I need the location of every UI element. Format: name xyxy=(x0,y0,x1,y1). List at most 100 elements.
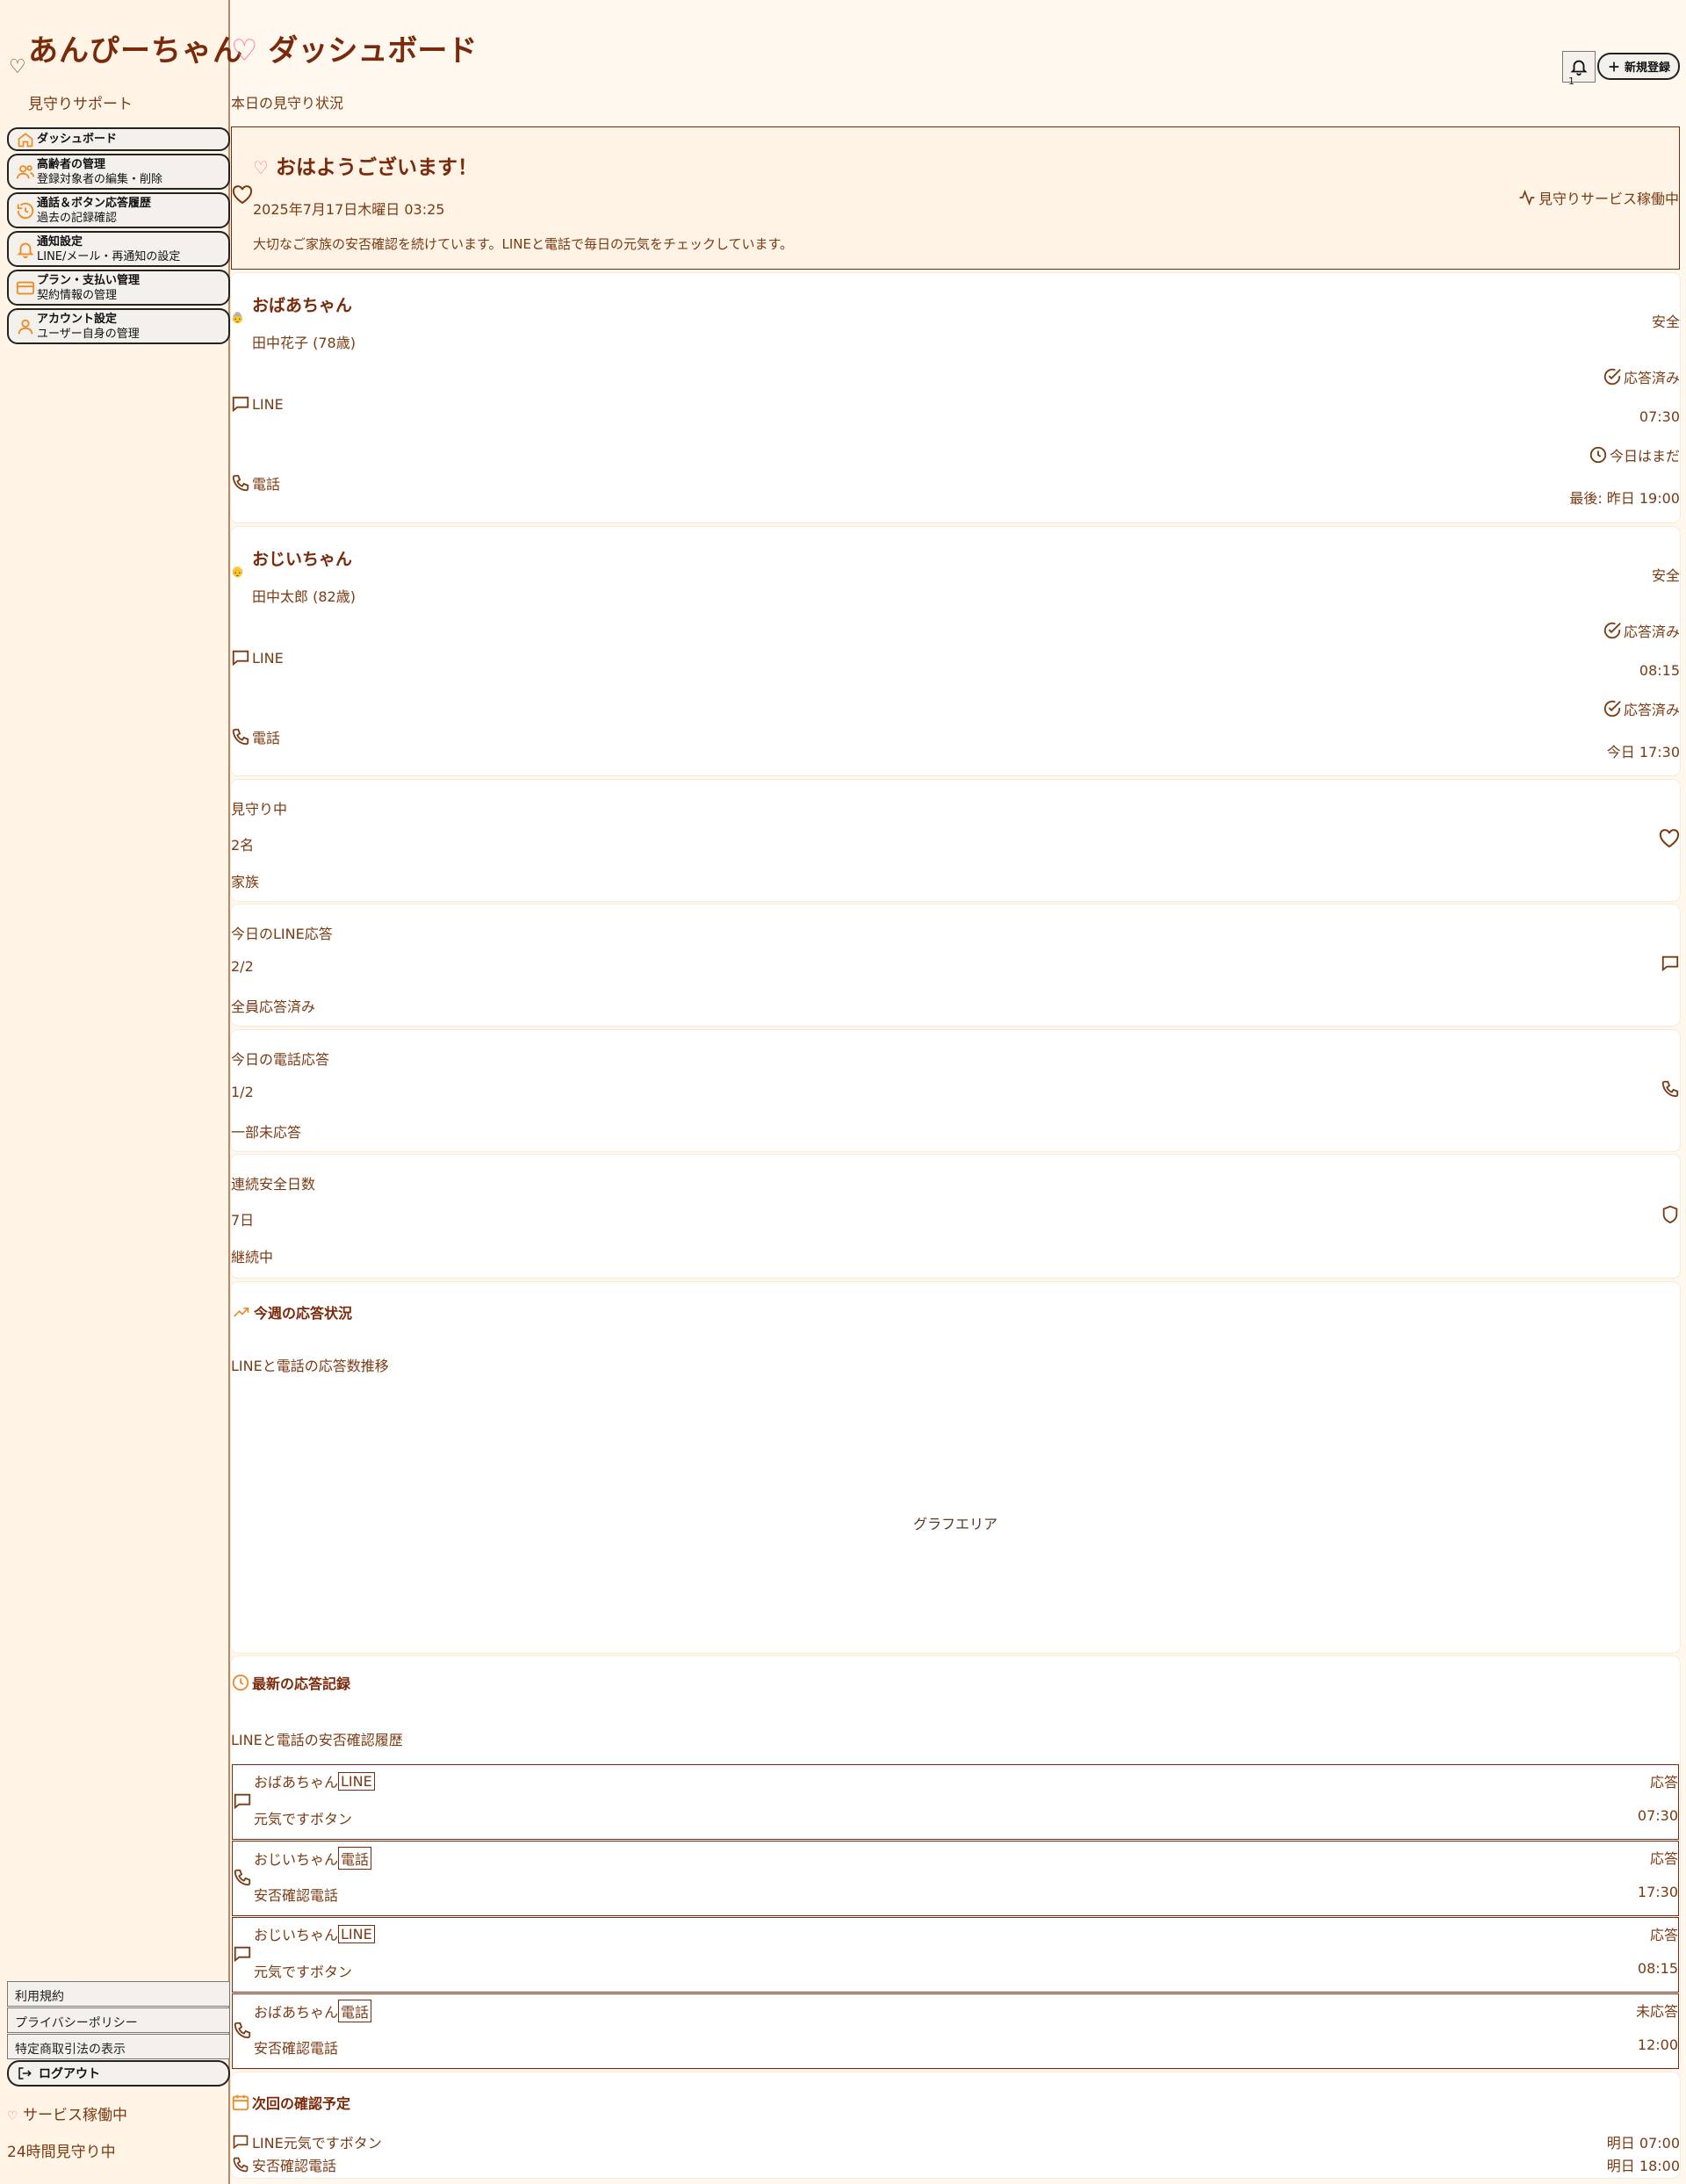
sidebar-item-dashboard[interactable]: ダッシュボード xyxy=(7,127,230,151)
stat-label: 見守り中 xyxy=(231,801,288,818)
schedule-title-label: 次回の確認予定 xyxy=(252,2095,351,2112)
channel-tag: LINE xyxy=(338,1771,375,1791)
phone-icon xyxy=(233,2021,252,2040)
sidebar-item-label: 通知設定 xyxy=(37,234,83,249)
check-circle-icon xyxy=(1603,699,1622,718)
welcome-title: ♡ おはようございます！ xyxy=(253,150,478,180)
elder-avatar-icon: 👴 xyxy=(231,566,244,578)
schedule-title: 次回の確認予定 xyxy=(231,2092,350,2113)
line-label: LINE xyxy=(252,649,284,667)
sidebar-item-label: アカウント設定 xyxy=(37,312,118,326)
family-nickname: おじいちゃん xyxy=(252,550,353,569)
notification-button[interactable] xyxy=(1562,51,1596,83)
clock-icon xyxy=(231,1673,250,1692)
record-person: おばあちゃん 電話 xyxy=(254,2000,372,2022)
schedule-item-time: 明日 18:00 xyxy=(1606,2158,1680,2174)
sidebar-item-history[interactable]: 通話＆ボタン応答履歴 過去の記録確認 xyxy=(7,192,230,228)
terms-link[interactable]: 利用規約 xyxy=(7,1981,230,2007)
weekly-subtitle: LINEと電話の応答数推移 xyxy=(231,1358,389,1374)
schedule-item: LINE元気ですボタン 明日 07:00 xyxy=(231,2131,1680,2152)
record-row[interactable]: おじいちゃん LINE 元気ですボタン 応答 08:15 xyxy=(232,1917,1679,1993)
users-icon xyxy=(14,161,37,184)
line-status-label: 応答済み xyxy=(1623,623,1680,640)
sidebar-item-account[interactable]: アカウント設定 ユーザー自身の管理 xyxy=(7,308,230,344)
line-status: 応答済み xyxy=(1603,366,1680,387)
message-icon xyxy=(231,648,250,667)
sidebar-item-label: ダッシュボード xyxy=(37,133,118,146)
plus-icon xyxy=(1607,60,1621,74)
family-name: 田中花子 (78歳) xyxy=(252,335,356,351)
sidebar-item-sublabel: 登録対象者の編集・削除 xyxy=(37,172,163,186)
record-person: おばあちゃん LINE xyxy=(254,1770,375,1791)
monitoring-status-label: 見守りサービス稼働中 xyxy=(1538,191,1679,207)
logout-button[interactable]: ログアウト xyxy=(7,2060,230,2087)
schedule-item-time: 明日 07:00 xyxy=(1606,2135,1680,2152)
message-icon xyxy=(231,394,250,414)
phone-label: 電話 xyxy=(252,476,281,493)
family-name: 田中太郎 (82歳) xyxy=(252,588,356,605)
phone-status-label: 応答済み xyxy=(1623,702,1680,718)
record-row[interactable]: おばあちゃん 電話 安否確認電話 未応答 12:00 xyxy=(232,1993,1679,2069)
record-row[interactable]: おじいちゃん 電話 安否確認電話 応答 17:30 xyxy=(232,1841,1679,1916)
stat-value: 1/2 xyxy=(231,1084,254,1100)
new-register-button[interactable]: 新規登録 xyxy=(1597,53,1680,80)
channel-tag: LINE xyxy=(338,1924,375,1943)
record-result: 応答 xyxy=(1649,1927,1678,1943)
welcome-message: 大切なご家族の安否確認を続けています。LINEと電話で毎日の元気をチェックしてい… xyxy=(253,236,794,252)
record-person-name: おばあちゃん xyxy=(254,2004,339,2021)
sidebar-item-notifications[interactable]: 通知設定 LINE/メール・再通知の設定 xyxy=(7,231,230,267)
stat-label: 今日の電話応答 xyxy=(231,1051,330,1068)
schedule-item-label: LINE元気ですボタン xyxy=(252,2135,382,2152)
phone-icon xyxy=(231,473,250,493)
message-icon xyxy=(1661,954,1680,973)
channel-tag: 電話 xyxy=(338,2000,372,2022)
heart-icon xyxy=(1659,829,1680,848)
brand-subtitle: 見守りサポート xyxy=(28,96,133,113)
monitoring-status: 見守りサービス稼働中 xyxy=(1517,187,1679,208)
shield-icon xyxy=(1661,1204,1680,1225)
calendar-icon xyxy=(231,2093,250,2112)
welcome-date: 2025年7月17日木曜日 03:25 xyxy=(253,201,445,218)
phone-status-label: 今日はまだ xyxy=(1609,448,1680,465)
family-nickname: おばあちゃん xyxy=(252,296,353,315)
record-time: 12:00 xyxy=(1637,2036,1678,2053)
record-person-name: おばあちゃん xyxy=(254,1774,339,1791)
sidebar-item-billing[interactable]: プラン・支払い管理 契約情報の管理 xyxy=(7,270,230,306)
phone-icon xyxy=(1661,1079,1680,1099)
home-icon xyxy=(14,128,37,151)
heart-icon: ♡ xyxy=(7,2109,18,2123)
commerce-law-link[interactable]: 特定商取引法の表示 xyxy=(7,2034,230,2059)
privacy-link[interactable]: プライバシーポリシー xyxy=(7,2007,230,2033)
sidebar-item-label: 通話＆ボタン応答履歴 xyxy=(37,196,152,210)
service-status: ♡ サービス稼働中 xyxy=(7,2102,127,2124)
record-person: おじいちゃん 電話 xyxy=(254,1847,372,1870)
page-title: ♡ ダッシュボード xyxy=(231,26,477,69)
heart-icon: ♡ xyxy=(9,56,26,78)
user-icon xyxy=(14,315,37,338)
record-action: 安否確認電話 xyxy=(254,2040,339,2057)
family-card[interactable]: おばあちゃん 👵 田中花子 (78歳) 安全 LINE 応答済み 07:30 電… xyxy=(231,273,1680,523)
record-row[interactable]: おばあちゃん LINE 元気ですボタン 応答 07:30 xyxy=(232,1764,1679,1840)
heart-icon: ♡ xyxy=(231,33,258,68)
phone-channel: 電話 xyxy=(231,726,280,747)
line-status-label: 応答済み xyxy=(1623,370,1680,386)
phone-icon xyxy=(233,1868,252,1887)
check-circle-icon xyxy=(1603,621,1622,640)
welcome-banner: ♡ おはようございます！ 2025年7月17日木曜日 03:25 大切なご家族の… xyxy=(231,126,1680,270)
stat-label: 連続安全日数 xyxy=(231,1176,316,1193)
record-action: 元気ですボタン xyxy=(254,1811,353,1827)
record-result: 未応答 xyxy=(1635,2003,1678,2020)
record-person: おじいちゃん LINE xyxy=(254,1923,375,1944)
sidebar-item-seniors[interactable]: 高齢者の管理 登録対象者の編集・削除 xyxy=(7,154,230,190)
recent-title-label: 最新の応答記録 xyxy=(252,1676,351,1692)
record-action: 元気ですボタン xyxy=(254,1964,353,1980)
sidebar-item-sublabel: 契約情報の管理 xyxy=(37,288,118,302)
notification-count: 1 xyxy=(1568,76,1574,87)
family-card[interactable]: おじいちゃん 👴 田中太郎 (82歳) 安全 LINE 応答済み 08:15 電… xyxy=(231,527,1680,775)
message-icon xyxy=(231,2133,250,2151)
trending-up-icon xyxy=(231,1303,252,1321)
stat-value: 2/2 xyxy=(231,958,254,975)
footer-links: 利用規約 プライバシーポリシー 特定商取引法の表示 ログアウト xyxy=(7,1981,230,2087)
record-result: 応答 xyxy=(1649,1850,1678,1867)
page-title-label: ダッシュボード xyxy=(268,33,478,68)
